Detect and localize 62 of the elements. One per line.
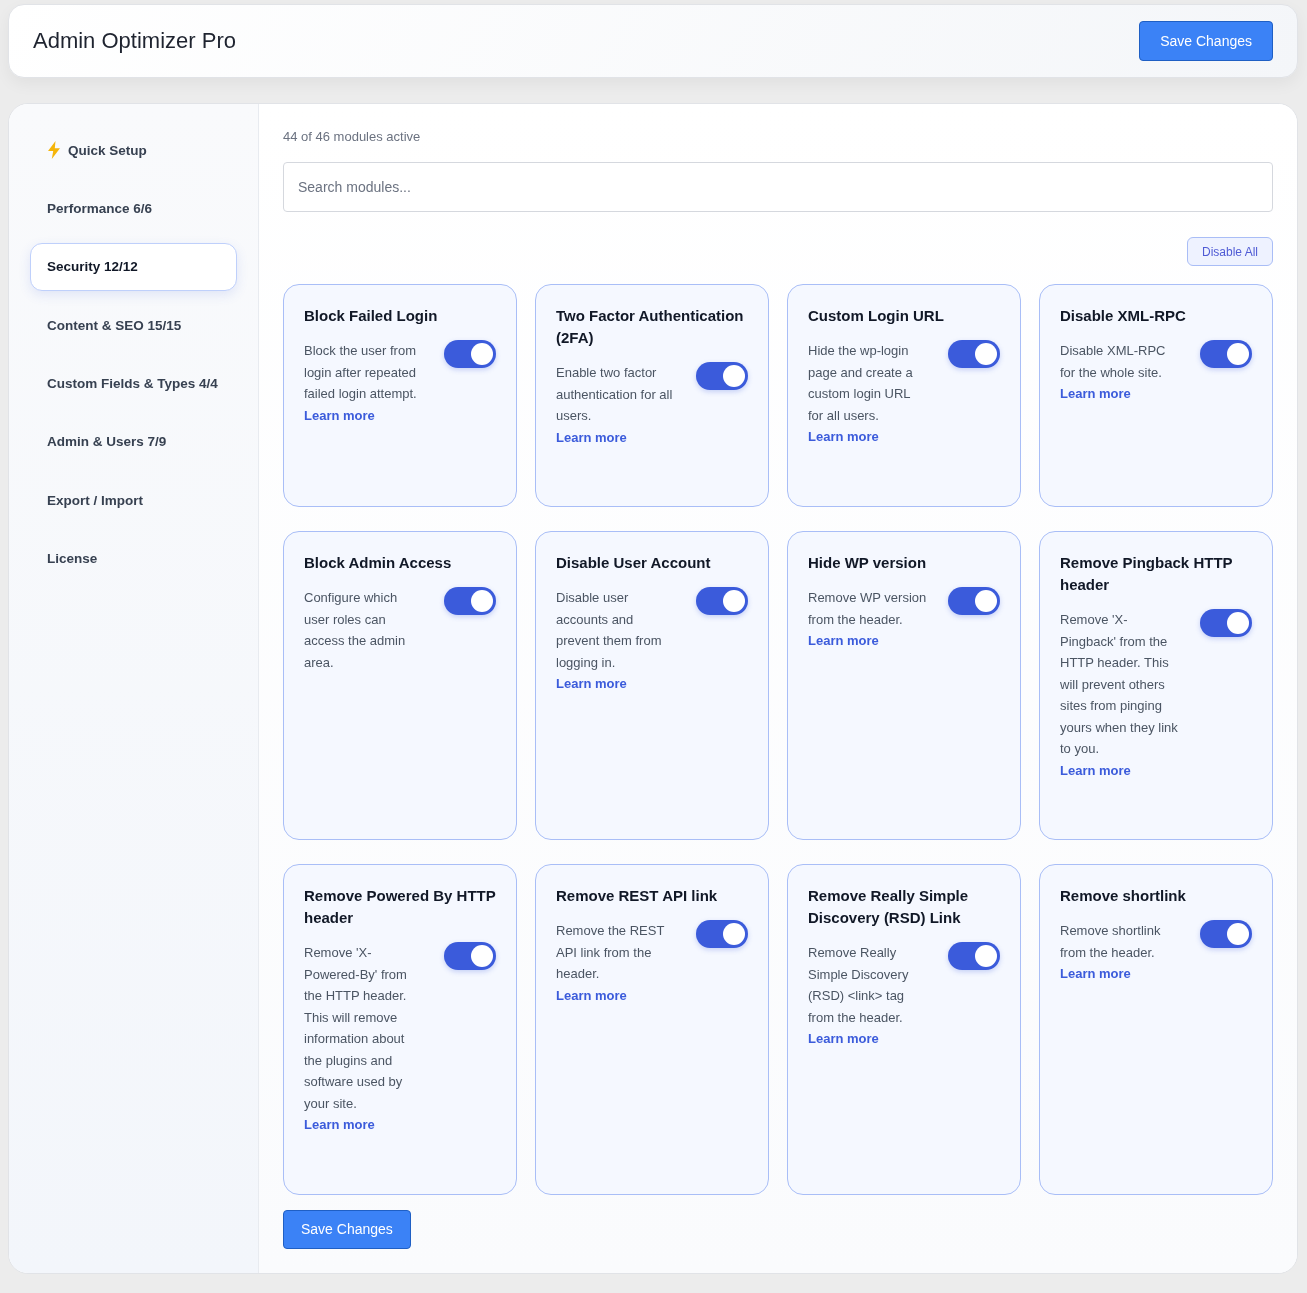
learn-more-link[interactable]: Learn more: [556, 984, 627, 1006]
toggle-switch[interactable]: [1200, 609, 1252, 637]
search-field[interactable]: Search modules...: [283, 162, 1273, 212]
module-title: Two Factor Authentication (2FA): [556, 306, 745, 348]
module-description: Remove 'X-Pingback' from the HTTP header. This will prevent others sites from pinging yours when they link to you.: [1060, 611, 1179, 758]
learn-more-link[interactable]: Learn more: [1060, 383, 1131, 405]
learn-more-link[interactable]: Learn more: [304, 1114, 375, 1136]
module-title: Remove REST API link: [556, 886, 719, 906]
module-title: Remove Pingback HTTP header: [1060, 553, 1234, 595]
sidebar-item[interactable]: License: [30, 534, 237, 583]
toggle-switch[interactable]: [696, 920, 748, 948]
sidebar-item[interactable]: Export / Import: [30, 476, 237, 525]
toggle-switch[interactable]: [948, 340, 1000, 368]
module-title: Block Admin Access: [304, 553, 453, 573]
sidebar-item[interactable]: Quick Setup: [30, 126, 237, 174]
module-description: Block the user from login after repeated failed login attempt.: [304, 342, 418, 403]
learn-more-link[interactable]: Learn more: [808, 1028, 879, 1050]
module-title: Hide WP version: [808, 553, 928, 573]
save-changes-button[interactable]: Save Changes: [283, 1209, 411, 1249]
toggle-switch[interactable]: [696, 362, 748, 390]
module-description: Remove the REST API link from the header.: [556, 922, 666, 983]
save-changes-button[interactable]: Save Changes: [1139, 21, 1273, 61]
sidebar-item[interactable]: Security 12/12: [30, 242, 237, 291]
module-title: Disable XML-RPC: [1060, 306, 1187, 326]
learn-more-link[interactable]: Learn more: [304, 404, 375, 426]
toggle-switch[interactable]: [444, 942, 496, 970]
module-description: Configure which user roles can access the admin area.: [304, 589, 407, 672]
module-title: Remove Powered By HTTP header: [304, 886, 496, 928]
learn-more-link[interactable]: Learn more: [808, 630, 879, 652]
module-description: Remove WP version from the header.: [808, 589, 928, 629]
sidebar-item[interactable]: Performance 6/6: [30, 184, 237, 233]
module-description: Enable two factor authentication for all users.: [556, 364, 674, 425]
module-description: Remove shortlink from the header.: [1060, 922, 1162, 962]
learn-more-link[interactable]: Learn more: [556, 426, 627, 448]
toggle-switch[interactable]: [1200, 920, 1252, 948]
module-description: Hide the wp-login page and create a custom login URL for all users.: [808, 342, 914, 425]
module-title: Block Failed Login: [304, 306, 439, 326]
module-title: Remove shortlink: [1060, 886, 1187, 906]
toggle-switch[interactable]: [444, 340, 496, 368]
sidebar-item[interactable]: Admin & Users 7/9: [30, 417, 237, 466]
learn-more-link[interactable]: Learn more: [1060, 759, 1131, 781]
learn-more-link[interactable]: Learn more: [1060, 963, 1131, 985]
toggle-switch[interactable]: [948, 587, 1000, 615]
module-description: Remove 'X-Powered-By' from the HTTP header. This will remove information about the plugins and software used by your site.: [304, 944, 408, 1113]
module-title: Disable User Account: [556, 553, 712, 573]
sidebar-item[interactable]: Content & SEO 15/15: [30, 301, 237, 350]
disable-all-button[interactable]: Disable All: [1186, 237, 1273, 266]
toggle-switch[interactable]: [444, 587, 496, 615]
module-title: Custom Login URL: [808, 306, 945, 326]
learn-more-link[interactable]: Learn more: [556, 673, 627, 695]
module-description: Remove Really Simple Discovery (RSD) <link> tag from the header.: [808, 944, 910, 1027]
module-description: Disable XML-RPC for the whole site.: [1060, 342, 1167, 382]
lightning-icon: [47, 141, 61, 159]
toggle-switch[interactable]: [948, 942, 1000, 970]
sidebar-item[interactable]: Custom Fields & Types 4/4: [30, 359, 237, 408]
app-title: Admin Optimizer Pro: [33, 28, 236, 54]
module-title: Remove Really Simple Discovery (RSD) Link: [808, 886, 970, 928]
learn-more-link[interactable]: Learn more: [808, 426, 879, 448]
toggle-switch[interactable]: [696, 587, 748, 615]
modules-status-text: 44 of 46 modules active: [283, 128, 422, 146]
toggle-switch[interactable]: [1200, 340, 1252, 368]
module-description: Disable user accounts and prevent them from logging in.: [556, 589, 663, 672]
